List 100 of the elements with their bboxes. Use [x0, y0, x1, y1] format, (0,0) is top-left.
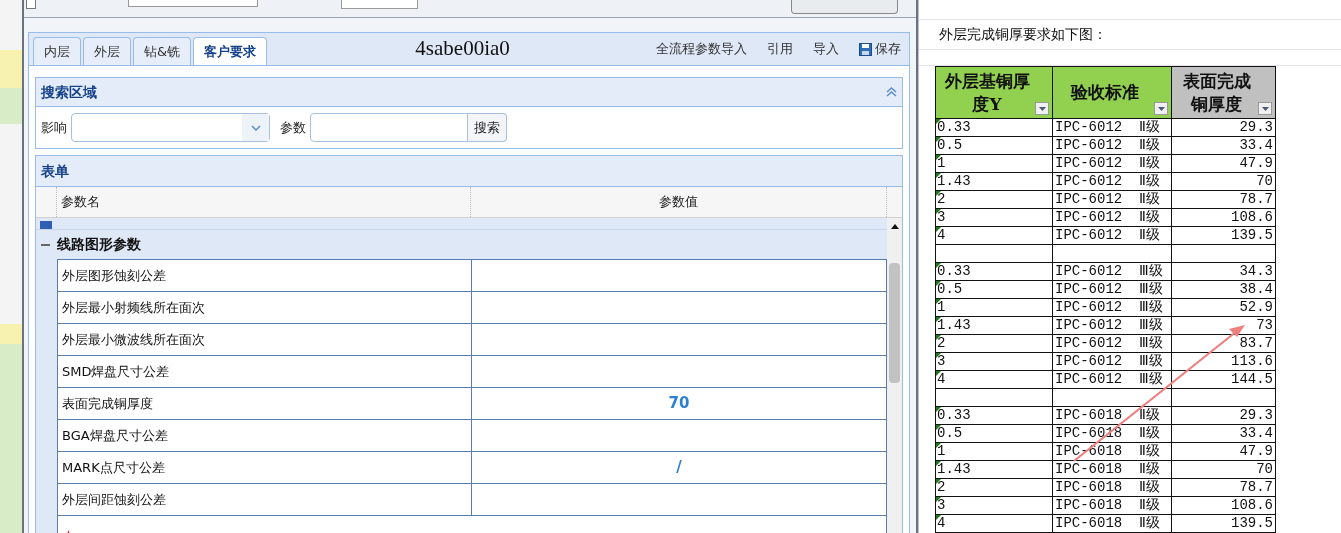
toolbar-button[interactable]: 全流程参数导入: [656, 39, 747, 59]
table-cell: 0.5: [936, 137, 1053, 155]
table-cell: 113.6: [1172, 353, 1276, 371]
filter-dropdown-icon[interactable]: [1035, 102, 1049, 115]
table-cell: 2: [936, 335, 1053, 353]
table-cell: 108.6: [1172, 209, 1276, 227]
table-cell: IPC-6012 Ⅱ级: [1053, 173, 1172, 191]
table-cell: 0.33: [936, 407, 1053, 425]
table-cell: 139.5: [1172, 227, 1276, 245]
chevron-down-icon: [250, 124, 261, 131]
toolbar-button[interactable]: 导入: [813, 39, 839, 59]
table-cell[interactable]: [471, 259, 887, 291]
table-cell: 34.3: [1172, 263, 1276, 281]
table-cell: 4: [936, 515, 1053, 533]
collapse-icon[interactable]: [886, 87, 897, 97]
tab[interactable]: 外层: [83, 37, 131, 65]
column-header: 表面完成铜厚度: [1172, 67, 1276, 119]
table-cell: 1.43: [936, 461, 1053, 479]
input-field[interactable]: [341, 0, 418, 9]
table-cell: 144.5: [1172, 371, 1276, 389]
toolbar-button[interactable]: 引用: [767, 39, 793, 59]
table-cell: 3: [936, 209, 1053, 227]
table-cell: IPC-6018 Ⅱ级: [1053, 515, 1172, 533]
table-cell[interactable]: [471, 419, 887, 451]
field-label: 影响: [41, 118, 67, 137]
search-button[interactable]: 搜索: [468, 113, 507, 142]
table-cell[interactable]: /: [471, 451, 887, 483]
tab[interactable]: 内层: [33, 37, 81, 65]
table-cell: 83.7: [1172, 335, 1276, 353]
table-cell: 外层最小微波线所在面次: [57, 323, 471, 355]
panel-title: 表单: [41, 161, 69, 181]
table-cell: 70: [1172, 461, 1276, 479]
table-cell: 1.43: [936, 317, 1053, 335]
table-cell: 0.5: [936, 425, 1053, 443]
table-cell: IPC-6012 Ⅱ级: [1053, 137, 1172, 155]
field-label: 参数: [280, 118, 306, 137]
table-cell: 47.9: [1172, 155, 1276, 173]
checkbox[interactable]: [26, 0, 36, 9]
table-cell: IPC-6018 Ⅱ级: [1053, 443, 1172, 461]
table-cell: 70: [1172, 173, 1276, 191]
table-cell: 0.5: [936, 281, 1053, 299]
table-cell[interactable]: [471, 291, 887, 323]
table-cell: 1: [936, 299, 1053, 317]
input-field[interactable]: [128, 0, 258, 7]
table-cell: IPC-6018 Ⅱ级: [1053, 497, 1172, 515]
table-cell: 外层间距蚀刻公差: [57, 483, 471, 515]
table-cell: 139.5: [1172, 515, 1276, 533]
save-button[interactable]: 保存: [859, 39, 901, 59]
table-cell: 78.7: [1172, 191, 1276, 209]
action-button[interactable]: [791, 0, 898, 14]
table-cell: SMD焊盘尺寸公差: [57, 355, 471, 387]
table-cell: 108.6: [1172, 497, 1276, 515]
table-cell: 4: [936, 227, 1053, 245]
table-cell[interactable]: [471, 323, 887, 355]
table-cell: IPC-6012 Ⅱ级: [1053, 191, 1172, 209]
table-cell: IPC-6012 Ⅲ级: [1053, 371, 1172, 389]
table-cell: 3: [936, 353, 1053, 371]
table-cell[interactable]: [471, 483, 887, 515]
table-cell: 1: [936, 443, 1053, 461]
table-cell: IPC-6018 Ⅱ级: [1053, 461, 1172, 479]
column-header: 外层基铜厚度Y: [936, 67, 1053, 119]
table-cell: 29.3: [1172, 407, 1276, 425]
table-cell: 33.4: [1172, 425, 1276, 443]
table-cell: MARK点尺寸公差: [57, 451, 471, 483]
table-cell: IPC-6012 Ⅱ级: [1053, 209, 1172, 227]
table-cell: 47.9: [1172, 443, 1276, 461]
table-cell: 2: [936, 479, 1053, 497]
filter-dropdown-icon[interactable]: [1258, 102, 1272, 115]
group-label: 线路图形参数: [57, 235, 141, 254]
table-cell: IPC-6012 Ⅲ级: [1053, 263, 1172, 281]
table-cell: BGA焊盘尺寸公差: [57, 419, 471, 451]
panel-title: 搜索区域: [41, 82, 97, 102]
table-cell: IPC-6012 Ⅲ级: [1053, 353, 1172, 371]
table-cell: IPC-6012 Ⅲ级: [1053, 317, 1172, 335]
tab[interactable]: 钻&铣: [133, 37, 192, 65]
table-cell: 78.7: [1172, 479, 1276, 497]
caption-text: 外层完成铜厚要求如下图：: [939, 25, 1107, 44]
table-cell: 外层图形蚀刻公差: [57, 259, 471, 291]
column-header[interactable]: 参数名: [57, 187, 471, 217]
table-cell: IPC-6012 Ⅲ级: [1053, 335, 1172, 353]
column-header: 验收标准: [1053, 67, 1172, 119]
table-cell[interactable]: [471, 355, 887, 387]
input-field[interactable]: [310, 113, 468, 142]
table-cell: IPC-6018 Ⅱ级: [1053, 479, 1172, 497]
table-cell: 4: [936, 371, 1053, 389]
table-cell: 33.4: [1172, 137, 1276, 155]
table-cell: IPC-6012 Ⅱ级: [1053, 119, 1172, 137]
scrollbar[interactable]: [887, 218, 902, 533]
table-cell: IPC-6012 Ⅲ级: [1053, 299, 1172, 317]
table-cell: 2: [936, 191, 1053, 209]
column-header[interactable]: 参数值: [471, 187, 887, 217]
filter-dropdown-icon[interactable]: [1154, 102, 1168, 115]
tab[interactable]: 客户要求: [193, 37, 268, 65]
scroll-up-icon[interactable]: [890, 224, 899, 229]
table-cell: 0.33: [936, 263, 1053, 281]
table-cell: IPC-6012 Ⅲ级: [1053, 281, 1172, 299]
table-cell[interactable]: 70: [471, 387, 887, 419]
dropdown-field[interactable]: [71, 113, 270, 142]
table-cell: 1.43: [936, 173, 1053, 191]
table-cell: 3: [936, 497, 1053, 515]
